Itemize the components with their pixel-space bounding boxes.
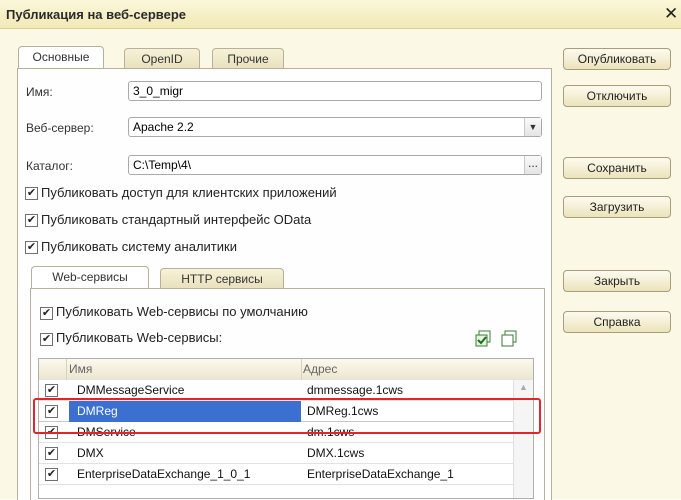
table-row[interactable]: ✔ DMX DMX.1cws <box>39 443 533 464</box>
catalog-value: C:\Temp\4\ <box>133 158 192 172</box>
save-button[interactable]: Сохранить <box>563 157 671 179</box>
tab-main[interactable]: Основные <box>18 46 104 69</box>
title-bar: Публикация на веб-сервере ✕ <box>0 0 681 29</box>
row-address: EnterpriseDataExchange_1 <box>307 467 454 481</box>
option-analytics-checkbox[interactable]: ✔ <box>25 241 38 254</box>
help-button[interactable]: Справка <box>563 311 671 333</box>
tab-web-services[interactable]: Web-сервисы <box>31 266 149 289</box>
browse-button[interactable]: ... <box>524 156 541 174</box>
load-button[interactable]: Загрузить <box>563 196 671 218</box>
tab-openid[interactable]: OpenID <box>124 48 200 69</box>
publish-ws-checkbox[interactable]: ✔ <box>40 333 53 346</box>
row-checkbox[interactable]: ✔ <box>45 384 58 397</box>
scroll-up-icon[interactable]: ▲ <box>519 382 528 392</box>
close-button[interactable]: Закрыть <box>563 270 671 292</box>
name-label: Имя: <box>26 85 53 99</box>
publish-button[interactable]: Опубликовать <box>563 48 671 70</box>
server-value: Apache 2.2 <box>133 120 194 134</box>
tab-other[interactable]: Прочие <box>212 48 284 69</box>
publish-ws-label: Публиковать Web-сервисы: <box>56 330 223 345</box>
server-select[interactable]: Apache 2.2 ▼ <box>128 117 542 137</box>
table-row[interactable]: ✔ EnterpriseDataExchange_1_0_1 Enterpris… <box>39 464 533 485</box>
option-client-apps-label: Публиковать доступ для клиентских прилож… <box>41 185 337 200</box>
catalog-field[interactable]: C:\Temp\4\ ... <box>128 155 542 175</box>
name-field[interactable]: 3_0_migr <box>128 81 542 101</box>
check-all-icon[interactable] <box>474 330 492 348</box>
option-client-apps-checkbox[interactable]: ✔ <box>25 187 38 200</box>
catalog-label: Каталог: <box>26 159 73 173</box>
option-analytics-label: Публиковать систему аналитики <box>41 239 237 254</box>
option-odata-label: Публиковать стандартный интерфейс OData <box>41 212 312 227</box>
row-address: DMX.1cws <box>307 446 365 460</box>
row-checkbox[interactable]: ✔ <box>45 468 58 481</box>
table-header: Имя Адрес <box>39 359 533 380</box>
publish-default-ws-label: Публиковать Web-сервисы по умолчанию <box>56 304 308 319</box>
dialog-body: Основные OpenID Прочие Имя: 3_0_migr Веб… <box>0 29 681 500</box>
row-name: DMX <box>77 446 104 460</box>
row-name: EnterpriseDataExchange_1_0_1 <box>77 467 251 481</box>
highlight-annotation <box>33 398 541 434</box>
window-title: Публикация на веб-сервере <box>6 7 187 22</box>
server-label: Веб-сервер: <box>26 121 94 135</box>
chevron-down-icon[interactable]: ▼ <box>524 118 541 136</box>
tab-http-services[interactable]: HTTP сервисы <box>160 268 284 289</box>
column-address-header[interactable]: Адрес <box>303 359 503 380</box>
uncheck-all-icon[interactable] <box>500 330 518 348</box>
close-icon[interactable]: ✕ <box>664 4 678 24</box>
option-odata-checkbox[interactable]: ✔ <box>25 214 38 227</box>
row-checkbox[interactable]: ✔ <box>45 447 58 460</box>
publish-default-ws-checkbox[interactable]: ✔ <box>40 307 53 320</box>
column-name-header[interactable]: Имя <box>69 359 299 380</box>
disable-button[interactable]: Отключить <box>563 85 671 107</box>
